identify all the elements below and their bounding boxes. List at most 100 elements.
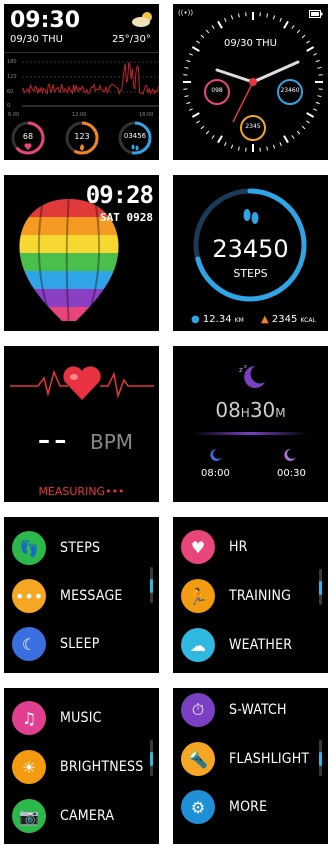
calories-unit: KCAL [300,317,316,324]
location-pin-icon: ● [191,314,200,325]
bpm-label: BPM [90,430,134,454]
menu-item-music[interactable]: ♫ MUSIC [12,700,102,736]
menu-item-steps[interactable]: 👣 STEPS [12,530,100,566]
menu-item-label: TRAINING [229,588,292,604]
scrollbar[interactable] [319,740,322,776]
dial-tick [184,95,189,98]
date-display: SAT 0928 [100,211,153,224]
dial-tick [315,59,320,63]
dial-tick [184,66,189,69]
menu-item-brightness[interactable]: ☀ BRIGHTNESS [12,749,143,785]
calories-value: 2345 [271,314,298,325]
gear-icon: ⚙ [181,790,215,824]
analog-dial [183,12,323,152]
dial-tick [224,17,227,22]
moon-icon: ☾ [12,627,46,661]
menu-page-2: ♥ HR 🏃 TRAINING ☁ WEATHER [173,517,328,673]
menu-item-s-watch[interactable]: ⏱ S-WATCH [181,692,287,728]
heart-rate-screen[interactable]: – – BPM MEASURING••• [4,346,159,502]
dial-tick [217,20,223,29]
steps-screen[interactable]: 23450 STEPS ● 12.34 KM ▲ 2345 KCAL [173,175,328,331]
dial-tick [266,13,269,18]
moon-end-icon [284,448,296,461]
dial-tick [291,135,295,139]
heart-icon: ♥ [181,530,215,564]
dial-tick [205,130,210,135]
distance-value: 12.34 [202,314,232,325]
steps-label: STEPS [233,267,268,280]
heart-value: 68 [22,132,34,141]
temperature: 25°/30° [112,34,151,45]
measuring-status: MEASURING••• [38,485,125,498]
dial-tick [317,66,322,69]
dial-tick [296,29,301,34]
divider [4,52,159,53]
cloud-icon: ☁ [181,628,215,662]
watchface-digital-chart[interactable]: 09:30 09/30 THU 25°/30° 180 120 60 0 6:0… [4,4,159,160]
running-icon: 🏃 [181,579,215,613]
stopwatch-icon: ⏱ [181,693,215,727]
chart-ylabel-120: 120 [7,74,17,80]
steps-value: 03456 [123,132,147,140]
menu-item-label: CAMERA [60,808,115,824]
chart-ylabel-0: 0 [7,103,11,109]
steps-value: 23460 [280,87,300,94]
sleep-start-time: 08:00 [201,468,230,479]
scrollbar[interactable] [150,567,153,603]
menu-item-label: S-WATCH [229,702,287,718]
menu-item-training[interactable]: 🏃 TRAINING [181,578,291,614]
dial-tick [230,15,234,20]
calories-value: 2345 [245,123,261,130]
dial-tick [279,142,282,147]
time-display: 09:28 [85,181,154,209]
dial-tick [200,125,205,130]
sleep-screen[interactable]: z z 08H30M 08:00 00:30 [173,346,328,502]
dial-tick [317,95,322,98]
scrollbar[interactable] [150,740,153,776]
camera-icon: 📷 [12,799,46,833]
menu-item-label: HR [229,539,248,555]
menu-item-more[interactable]: ⚙ MORE [181,789,267,825]
dial-tick [224,142,227,147]
menu-page-4: ⏱ S-WATCH 🔦 FLASHLIGHT ⚙ MORE [173,688,328,844]
dial-tick [306,112,315,118]
time-display: 09:30 [10,8,81,33]
cloud-sun-icon [132,12,152,27]
sun-icon: ☀ [12,750,46,784]
dial-tick [306,120,310,124]
sleep-hours: 08 [215,398,241,422]
date-display: 09/30 THU [224,38,277,49]
menu-page-3: ♫ MUSIC ☀ BRIGHTNESS 📷 CAMERA [4,688,159,844]
scrollbar[interactable] [319,569,322,605]
distance-stat: ● 12.34 KM [191,314,244,325]
menu-item-weather[interactable]: ☁ WEATHER [181,627,292,663]
dial-tick [283,20,289,29]
menu-item-message[interactable]: ••• MESSAGE [12,578,123,614]
steps-value: 23450 [212,235,289,263]
menu-item-sleep[interactable]: ☾ SLEEP [12,626,100,662]
dial-tick [188,53,193,56]
dial-tick [301,125,306,130]
menu-item-label: MESSAGE [60,588,123,604]
svg-text:z: z [239,366,243,374]
menu-item-label: MORE [229,799,268,815]
dial-tick [186,59,191,63]
menu-item-hr[interactable]: ♥ HR [181,529,248,565]
watchface-balloon[interactable]: 09:28 SAT 0928 [4,175,159,331]
date-display: 09/30 THU [10,34,63,45]
heart-icon [63,366,101,400]
menu-item-label: BRIGHTNESS [60,759,144,775]
watchface-analog[interactable]: ((•)) 09/30 THU 098 23460 2345 [173,4,328,160]
menu-item-camera[interactable]: 📷 CAMERA [12,798,114,834]
svg-text:z: z [244,364,247,370]
chat-bubble-icon: ••• [12,579,46,613]
menu-item-flashlight[interactable]: 🔦 FLASHLIGHT [181,741,309,777]
dial-tick [211,135,215,139]
dial-tick [188,108,193,111]
sleep-duration: 08H30M [173,398,328,422]
dial-tick [272,144,276,149]
dial-tick [266,146,269,151]
dial-tick [315,101,320,105]
menu-item-label: WEATHER [229,637,293,653]
calories-value: 123 [74,132,90,141]
